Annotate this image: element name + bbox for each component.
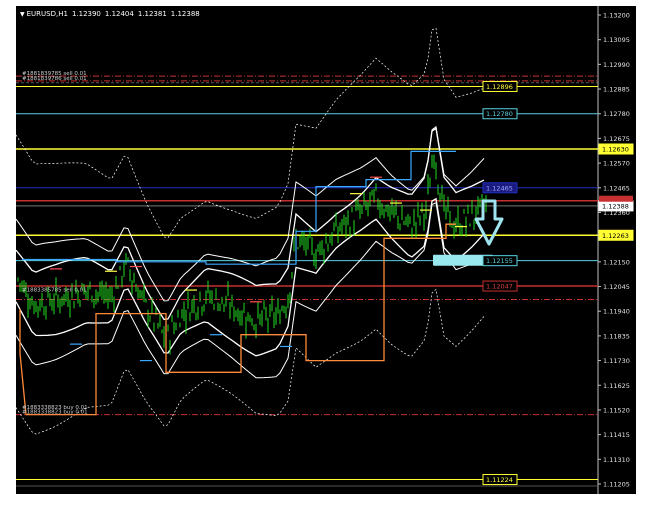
price-tick-label: 1.11205 (603, 481, 630, 489)
price-tick-label: 1.11520 (603, 406, 630, 414)
price-level-label: 1.12388 (602, 202, 629, 210)
price-tick-label: 1.11625 (603, 382, 630, 390)
price-level-label: 1.12263 (602, 232, 629, 240)
price-tick-label: 1.12570 (603, 160, 630, 168)
price-level-label: 1.12155 (486, 257, 513, 265)
price-level-label: 1.12630 (602, 146, 629, 154)
envelope-upper (16, 27, 485, 239)
order-label: #1881839786 sell 0.01 (22, 76, 87, 82)
order-label: #1883338823 buy 0.01 (22, 410, 88, 416)
price-tick-label: 1.11415 (603, 431, 630, 439)
price-tick-label: 1.12150 (603, 258, 630, 266)
price-tick-label: 1.11835 (603, 332, 630, 340)
price-level-label: 1.12047 (486, 283, 513, 291)
order-label: #1883385785 sell 0.01 (22, 287, 87, 293)
chart-window[interactable]: ▼ EURUSD,H1 1.12390 1.12404 1.12381 1.12388 #… (16, 6, 636, 494)
price-tick-label: 1.12780 (603, 110, 630, 118)
cyan-channel (22, 150, 456, 265)
price-level-label: 1.12465 (486, 184, 513, 192)
price-tick-label: 1.11310 (603, 456, 630, 464)
price-tick-label: 1.11730 (603, 357, 630, 365)
price-tick-label: 1.12885 (603, 86, 630, 94)
price-level-label: 1.11224 (486, 476, 513, 484)
price-chart[interactable]: #1881839785 sell 0.01#1881839786 sell 0.… (16, 6, 636, 494)
price-level-label: 1.12780 (486, 110, 513, 118)
order-price-marker (599, 195, 633, 202)
price-tick-label: 1.11940 (603, 308, 630, 316)
price-tick-label: 1.12675 (603, 135, 630, 143)
price-tick-label: 1.13095 (603, 36, 630, 44)
price-tick-label: 1.12045 (603, 283, 630, 291)
price-tick-label: 1.13200 (603, 12, 630, 20)
price-level-label: 1.12896 (486, 83, 513, 91)
price-tick-label: 1.12990 (603, 61, 630, 69)
price-tick-label: 1.12465 (603, 184, 630, 192)
